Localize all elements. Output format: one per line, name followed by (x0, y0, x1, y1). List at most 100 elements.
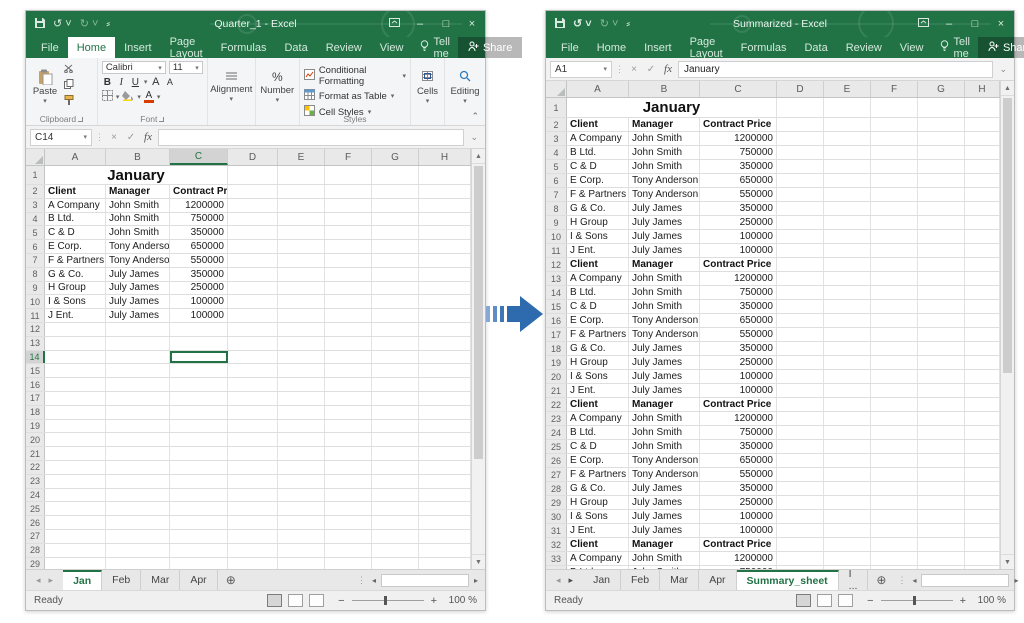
cell[interactable] (419, 489, 471, 502)
cell[interactable] (871, 160, 918, 173)
cell[interactable] (106, 544, 170, 557)
cell[interactable] (777, 244, 824, 257)
sheet-title-cell[interactable]: January (567, 98, 777, 117)
cell[interactable] (918, 482, 965, 495)
cell[interactable] (871, 202, 918, 215)
cell[interactable] (419, 295, 471, 308)
cell[interactable] (824, 230, 871, 243)
cell[interactable]: B Ltd. (45, 213, 106, 226)
cell[interactable] (965, 342, 1000, 355)
cell[interactable]: July James (629, 510, 700, 523)
ribbon-tab-insert[interactable]: Insert (115, 37, 161, 58)
enter-icon[interactable]: ✓ (644, 64, 658, 75)
sheet-title-cell[interactable]: January (45, 166, 228, 184)
cell[interactable]: 100000 (700, 524, 777, 537)
cell[interactable] (824, 174, 871, 187)
cell[interactable] (325, 226, 372, 239)
prev-sheet-icon[interactable]: ◂ (556, 575, 561, 586)
cell[interactable] (824, 426, 871, 439)
cell[interactable]: Tony Anderson (629, 174, 700, 187)
ribbon-tab-page-layout[interactable]: Page Layout (161, 37, 212, 58)
name-box[interactable]: A1▾ (550, 61, 612, 78)
cell[interactable]: 650000 (700, 454, 777, 467)
sheet-tab-mar[interactable]: Mar (660, 570, 699, 590)
cell[interactable] (372, 558, 419, 569)
select-all-corner[interactable] (546, 81, 567, 97)
cell[interactable]: 1200000 (170, 199, 228, 212)
cell[interactable] (824, 440, 871, 453)
redo-icon[interactable]: ↻ ˅ (80, 19, 99, 30)
cell[interactable]: July James (106, 295, 170, 308)
column-header-F[interactable]: F (325, 149, 372, 165)
cell[interactable] (918, 230, 965, 243)
font-size-select[interactable]: 11▾ (169, 61, 203, 74)
cell[interactable] (170, 406, 228, 419)
cell[interactable] (965, 202, 1000, 215)
cells-button[interactable]: Cells ▾ (412, 61, 443, 113)
cell[interactable]: Tony Anderson (629, 328, 700, 341)
cell[interactable] (228, 433, 278, 446)
normal-view-icon[interactable] (267, 594, 282, 607)
cell[interactable] (965, 328, 1000, 341)
cell[interactable] (777, 272, 824, 285)
sheet-tab-apr[interactable]: Apr (699, 570, 736, 590)
cell[interactable] (372, 282, 419, 295)
row-header-3[interactable]: 3 (26, 199, 45, 212)
cell[interactable] (965, 132, 1000, 145)
cell[interactable]: 100000 (700, 370, 777, 383)
zoom-slider-thumb[interactable] (384, 596, 387, 605)
cell[interactable] (777, 496, 824, 509)
cell[interactable] (106, 392, 170, 405)
cell[interactable] (372, 461, 419, 474)
cell[interactable] (372, 516, 419, 529)
cell[interactable] (325, 364, 372, 377)
next-sheet-icon[interactable]: ▸ (569, 575, 574, 586)
cell[interactable] (228, 199, 278, 212)
grow-font-button[interactable]: A (150, 76, 161, 88)
cell[interactable]: 350000 (700, 342, 777, 355)
sheet-tab-summary-sheet[interactable]: Summary_sheet (737, 570, 839, 590)
row-header-22[interactable]: 22 (26, 461, 45, 474)
ribbon-display-options-icon[interactable] (910, 11, 936, 37)
cell[interactable] (372, 475, 419, 488)
cell[interactable] (372, 295, 419, 308)
cell[interactable] (228, 364, 278, 377)
cell[interactable]: July James (629, 244, 700, 257)
cell[interactable] (106, 364, 170, 377)
ribbon-tab-view[interactable]: View (371, 37, 413, 58)
cell[interactable] (419, 475, 471, 488)
cell[interactable] (278, 420, 325, 433)
cell[interactable] (419, 199, 471, 212)
row-header-6[interactable]: 6 (26, 240, 45, 253)
scroll-right-icon[interactable]: ▸ (471, 576, 481, 585)
cell[interactable] (170, 378, 228, 391)
cell[interactable] (824, 342, 871, 355)
cell[interactable] (45, 544, 106, 557)
name-box[interactable]: C14▾ (30, 129, 92, 146)
cell[interactable] (965, 398, 1000, 411)
cell[interactable]: H Group (567, 216, 629, 229)
zoom-slider[interactable] (352, 600, 424, 601)
cell[interactable] (278, 226, 325, 239)
cell[interactable] (824, 552, 871, 565)
new-sheet-icon[interactable]: ⊕ (218, 570, 244, 590)
ribbon-tab-formulas[interactable]: Formulas (732, 37, 796, 58)
expand-formula-bar-icon[interactable]: ⌄ (467, 132, 481, 143)
cell[interactable] (871, 98, 918, 117)
cell[interactable]: July James (629, 496, 700, 509)
cell[interactable] (871, 496, 918, 509)
cell[interactable] (419, 323, 471, 336)
cell[interactable]: 350000 (170, 226, 228, 239)
cell[interactable]: C & D (567, 160, 629, 173)
cell[interactable] (325, 199, 372, 212)
cell[interactable]: July James (629, 230, 700, 243)
row-header-29[interactable]: 29 (26, 558, 45, 569)
cell[interactable] (170, 337, 228, 350)
cell[interactable] (918, 454, 965, 467)
cell[interactable] (965, 356, 1000, 369)
cell[interactable] (278, 364, 325, 377)
cell[interactable]: 650000 (700, 314, 777, 327)
cell[interactable] (918, 244, 965, 257)
cell[interactable] (372, 489, 419, 502)
cell[interactable] (228, 406, 278, 419)
